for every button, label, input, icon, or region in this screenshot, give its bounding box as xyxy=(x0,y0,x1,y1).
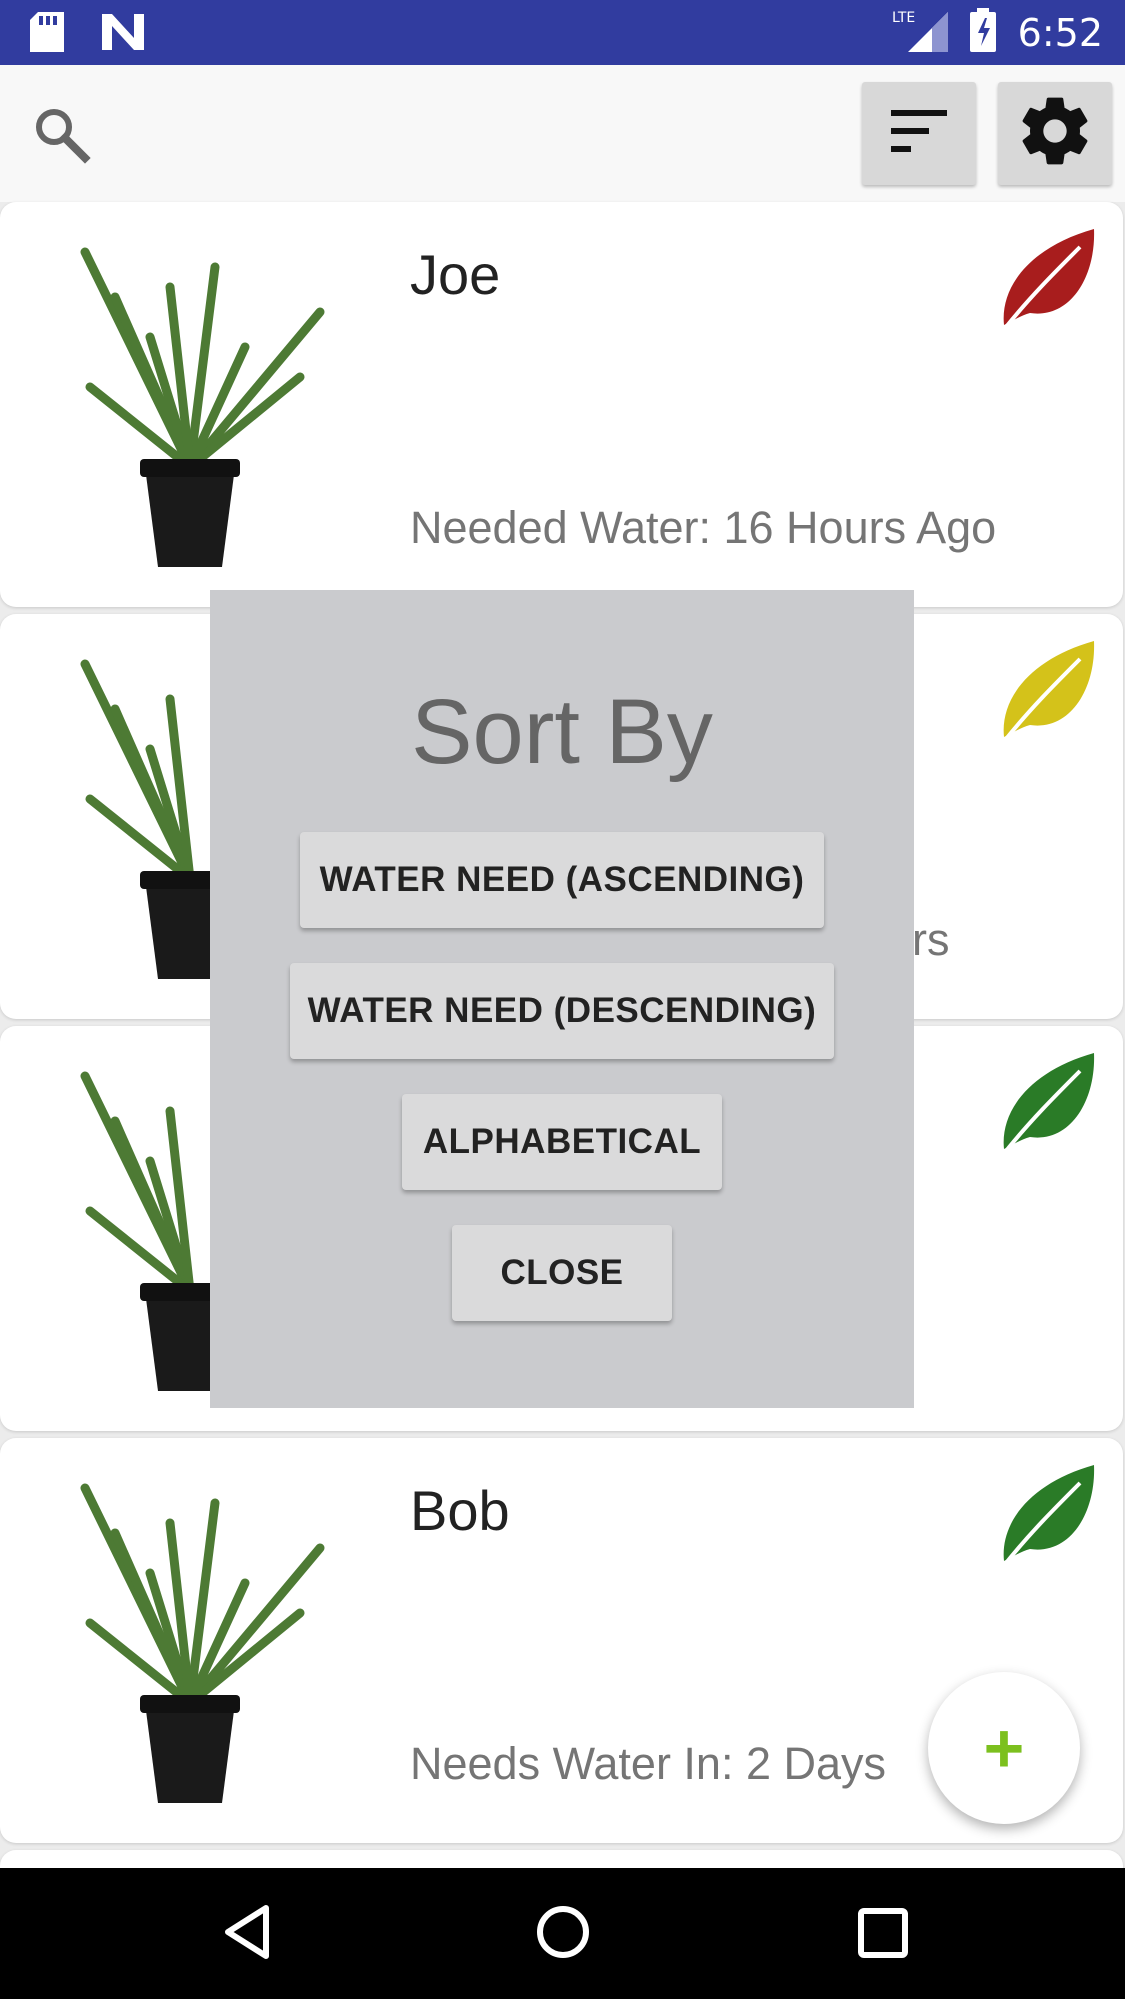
gear-icon xyxy=(1015,91,1095,176)
recents-icon[interactable] xyxy=(858,1908,908,1963)
n-notification-icon xyxy=(102,14,144,55)
sort-dialog: Sort By WATER NEED (ASCENDING) WATER NEE… xyxy=(210,590,914,1408)
close-button[interactable]: CLOSE xyxy=(452,1225,672,1321)
plus-icon: + xyxy=(983,1709,1025,1787)
search-icon[interactable] xyxy=(32,105,92,165)
leaf-icon xyxy=(1000,1051,1098,1155)
status-bar: LTE 6:52 xyxy=(0,0,1125,65)
sort-alphabetical-button[interactable]: ALPHABETICAL xyxy=(402,1094,722,1190)
app-toolbar xyxy=(0,65,1125,202)
battery-icon xyxy=(969,8,996,57)
plant-image xyxy=(30,227,350,572)
water-status: Needed Water: 16 Hours Ago xyxy=(410,502,997,553)
plant-image xyxy=(30,1463,350,1808)
plant-name: Bob xyxy=(410,1479,510,1542)
dialog-title: Sort By xyxy=(411,681,713,783)
settings-button[interactable] xyxy=(998,82,1112,185)
water-status: Needs Water In: 2 Days xyxy=(410,1738,887,1789)
sort-water-descending-button[interactable]: WATER NEED (DESCENDING) xyxy=(290,963,834,1059)
add-plant-button[interactable]: + xyxy=(928,1672,1080,1824)
back-icon[interactable] xyxy=(222,1904,272,1965)
sort-icon xyxy=(891,108,947,159)
leaf-icon xyxy=(1000,227,1098,331)
leaf-icon xyxy=(1000,1463,1098,1567)
sort-water-ascending-button[interactable]: WATER NEED (ASCENDING) xyxy=(300,832,824,928)
clock: 6:52 xyxy=(1017,10,1103,55)
svg-text:LTE: LTE xyxy=(892,10,915,26)
signal-icon: LTE xyxy=(892,8,948,57)
plant-card[interactable]: Joe Needed Water: 16 Hours Ago xyxy=(0,202,1123,607)
home-icon[interactable] xyxy=(535,1904,591,1965)
sd-card-icon xyxy=(30,12,64,57)
navigation-bar xyxy=(0,1868,1125,1999)
sort-button[interactable] xyxy=(862,82,976,185)
plant-name: Joe xyxy=(410,243,501,306)
water-status-fragment: rs xyxy=(912,914,950,965)
leaf-icon xyxy=(1000,639,1098,743)
